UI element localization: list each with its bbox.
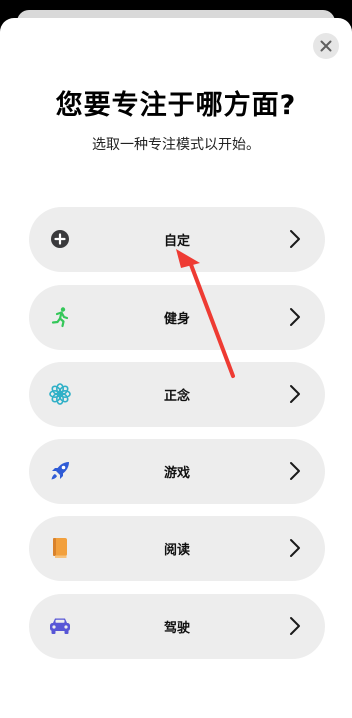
- chevron-right-icon: [290, 308, 300, 326]
- option-fitness[interactable]: 健身: [29, 285, 325, 350]
- option-label: 正念: [163, 389, 190, 404]
- option-label: 健身: [163, 312, 190, 327]
- close-icon: [320, 40, 332, 52]
- chevron-right-icon: [290, 462, 300, 480]
- option-custom[interactable]: 自定: [29, 207, 325, 272]
- chevron-right-icon: [290, 385, 300, 403]
- page-subtitle: 选取一种专注模式以开始。: [92, 137, 260, 153]
- close-button[interactable]: [313, 33, 339, 59]
- chevron-right-icon: [290, 539, 300, 557]
- option-label: 游戏: [163, 466, 190, 481]
- option-label: 驾驶: [163, 621, 190, 636]
- page-title: 您要专注于哪方面?: [55, 90, 297, 121]
- option-driving[interactable]: 驾驶: [29, 594, 325, 659]
- option-reading[interactable]: 阅读: [29, 516, 325, 581]
- option-mindfulness[interactable]: 正念: [29, 362, 325, 427]
- option-gaming[interactable]: 游戏: [29, 439, 325, 504]
- option-label: 阅读: [163, 543, 190, 558]
- chevron-right-icon: [290, 617, 300, 635]
- option-label: 自定: [163, 234, 190, 249]
- chevron-right-icon: [290, 230, 300, 248]
